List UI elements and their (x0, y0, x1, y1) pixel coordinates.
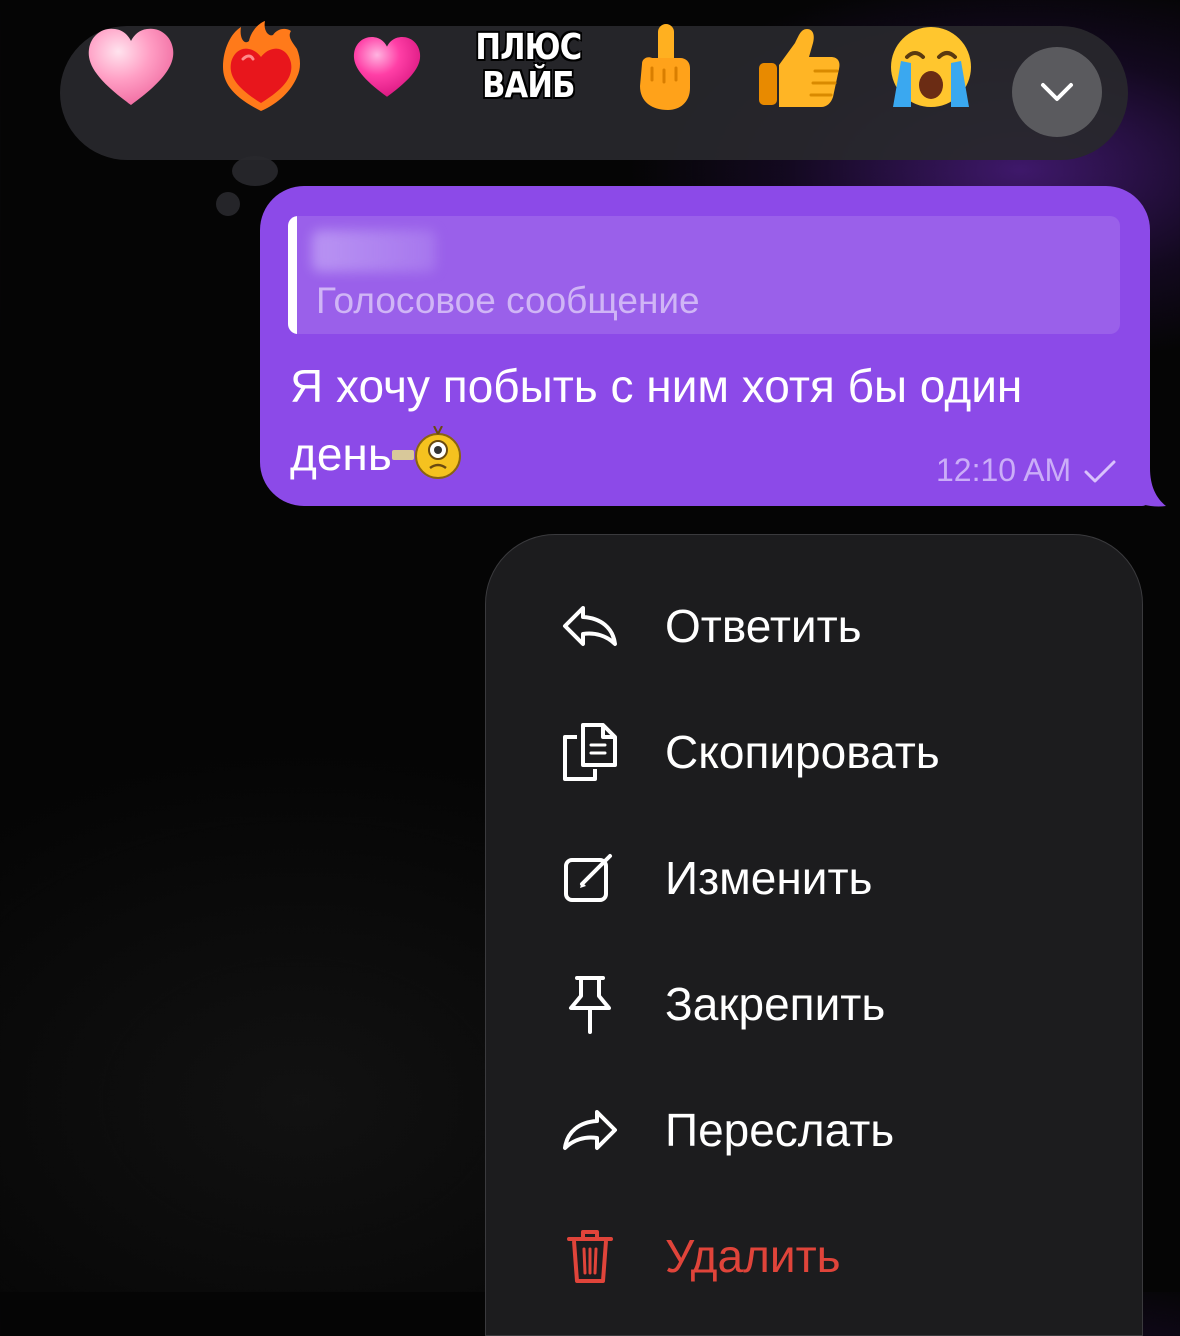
message-text-line1: Я хочу побыть с ним хотя бы один (290, 360, 1023, 412)
thumbs-up-icon (759, 29, 840, 107)
reaction-bar-tail-dot (216, 192, 240, 216)
chevron-down-icon (1041, 83, 1073, 101)
menu-item-delete[interactable]: Удалить (548, 1206, 1108, 1306)
menu-item-edit[interactable]: Изменить (548, 828, 1108, 928)
reaction-middle-finger[interactable] (610, 0, 720, 134)
reaction-magenta-heart[interactable] (332, 0, 442, 134)
reply-author-blurred (312, 230, 436, 272)
reaction-heart-on-fire[interactable] (206, 0, 316, 134)
reaction-bar-tail (232, 156, 278, 186)
reply-preview[interactable]: Голосовое сообщение (288, 216, 1120, 334)
message-time: 12:10 AM (936, 452, 1072, 488)
copy-icon (560, 722, 620, 782)
forward-icon (560, 1100, 620, 1160)
edit-icon (560, 848, 620, 908)
reply-accent-bar (288, 216, 297, 334)
check-icon (1084, 460, 1116, 483)
pink-heart-icon (88, 28, 174, 105)
menu-item-forward[interactable]: Переслать (548, 1080, 1108, 1180)
sad-face-icon (391, 426, 461, 479)
menu-item-label: Изменить (665, 852, 873, 904)
reaction-pink-heart[interactable] (76, 0, 186, 134)
magenta-heart-icon (353, 37, 421, 97)
reaction-crying-face[interactable] (876, 0, 986, 134)
menu-item-reply[interactable]: Ответить (548, 576, 1108, 676)
menu-item-label: Удалить (665, 1230, 841, 1282)
reaction-sticker[interactable]: ПЛЮС ВАЙБ (472, 0, 584, 134)
menu-item-copy[interactable]: Скопировать (548, 702, 1108, 802)
message-text-line2: день (290, 428, 392, 480)
menu-item-label: Ответить (665, 600, 862, 652)
crying-face-icon (891, 27, 971, 107)
heart-on-fire-icon (223, 21, 300, 111)
pin-icon (560, 974, 620, 1034)
expand-reactions-button[interactable] (1012, 47, 1102, 137)
reply-icon (560, 596, 620, 656)
trash-icon (560, 1226, 620, 1286)
menu-item-label: Закрепить (665, 978, 886, 1030)
reaction-thumbs-up[interactable] (744, 0, 854, 134)
menu-item-label: Переслать (665, 1104, 895, 1156)
menu-item-pin[interactable]: Закрепить (548, 954, 1108, 1054)
menu-item-label: Скопировать (665, 726, 940, 778)
sticker-text: ПЛЮС ВАЙБ (474, 27, 582, 106)
middle-finger-icon (640, 24, 690, 110)
reply-preview-text: Голосовое сообщение (316, 280, 700, 321)
